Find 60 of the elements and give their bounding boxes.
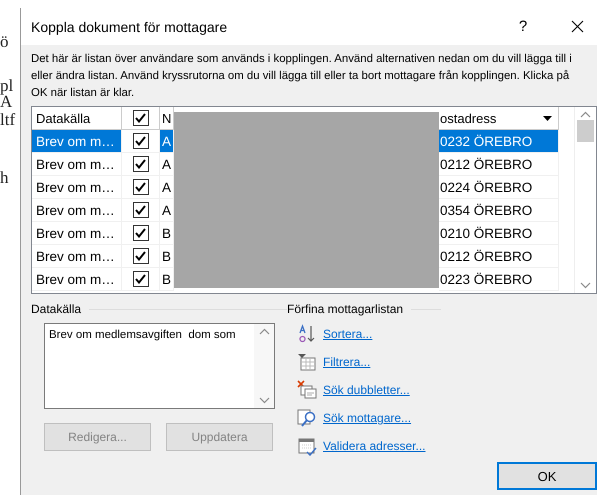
help-button[interactable]: ? <box>503 18 543 35</box>
table-cell[interactable]: Brev om m… <box>32 222 122 245</box>
table-cell[interactable]: 0210 ÖREBRO <box>439 222 559 245</box>
action-link[interactable]: Sök mottagare... <box>323 411 412 425</box>
table-cell[interactable]: Brev om m… <box>32 268 122 291</box>
calendar-check-icon <box>297 436 317 456</box>
table-cell[interactable]: Brev om m… <box>32 199 122 222</box>
table-cell[interactable]: B <box>160 222 174 245</box>
table-cell[interactable]: 0224 ÖREBRO <box>439 176 559 199</box>
window-title: Koppla dokument för mottagare <box>31 18 228 34</box>
table-cell[interactable]: 0232 ÖREBRO <box>439 130 559 153</box>
checkbox[interactable] <box>132 179 148 195</box>
checkbox[interactable] <box>132 133 148 149</box>
table-cell[interactable]: A <box>160 176 174 199</box>
table-cell[interactable]: Brev om m… <box>32 245 122 268</box>
instructions-text: Det här är listan över användare som används i kopplingen. Använd alternativen nedan om du vill lägga till i eller ändra listan. Använd kryssrutorna om du vill lägga till eller ta bort mottagare från kopplingen. Klicka på OK när listan är klar. <box>31 52 573 101</box>
duplicates-icon <box>297 380 317 400</box>
filter-icon <box>297 352 317 372</box>
column-header[interactable]: Datakälla <box>32 107 122 130</box>
document-text: h <box>0 168 10 188</box>
document-text: ö <box>0 32 10 52</box>
table-cell[interactable]: B <box>160 268 174 291</box>
column-header[interactable]: ostadress <box>439 107 559 130</box>
scroll-down-icon[interactable] <box>258 397 270 404</box>
checkbox[interactable] <box>132 202 148 218</box>
action-link[interactable]: Validera adresser... <box>323 439 426 453</box>
dropdown-icon[interactable] <box>543 116 552 120</box>
column-header[interactable]: N <box>160 107 174 130</box>
table-cell[interactable]: Brev om m… <box>32 176 122 199</box>
table-cell[interactable]: A <box>160 199 174 222</box>
checkbox[interactable] <box>132 156 148 172</box>
table-cell[interactable]: 0212 ÖREBRO <box>439 245 559 268</box>
scrollbar-thumb[interactable] <box>577 120 594 142</box>
action-link[interactable]: Filtrera... <box>323 355 370 369</box>
table-cell[interactable]: 0212 ÖREBRO <box>439 153 559 176</box>
checkbox[interactable] <box>132 110 148 126</box>
close-icon[interactable] <box>570 20 584 33</box>
scroll-down-icon[interactable] <box>580 282 591 289</box>
scroll-up-icon[interactable] <box>580 111 591 118</box>
table-cell[interactable]: B <box>160 245 174 268</box>
group-heading: Datakälla <box>31 302 82 316</box>
ok-button[interactable]: OK <box>497 462 597 490</box>
search-icon <box>297 408 317 428</box>
scroll-up-icon[interactable] <box>258 328 270 335</box>
table-cell[interactable]: Brev om m… <box>32 153 122 176</box>
table-cell[interactable]: A <box>160 153 174 176</box>
checkbox[interactable] <box>132 225 148 241</box>
table-cell[interactable]: 0223 ÖREBRO <box>439 268 559 291</box>
sort-icon <box>297 324 317 344</box>
table-cell[interactable]: Brev om m… <box>32 130 122 153</box>
data-source-field[interactable]: Brev om medlemsavgiften dom som <box>44 323 275 409</box>
checkbox[interactable] <box>132 248 148 264</box>
table-cell[interactable]: 0354 ÖREBRO <box>439 199 559 222</box>
action-link[interactable]: Sortera... <box>323 327 372 341</box>
scrollbar[interactable] <box>574 107 596 293</box>
document-text: ltf <box>0 110 16 130</box>
action-link[interactable]: Sök dubbletter... <box>323 383 410 397</box>
group-heading: Förfina mottagarlistan <box>287 302 404 316</box>
table-cell[interactable]: A <box>160 130 174 153</box>
checkbox[interactable] <box>132 271 148 287</box>
